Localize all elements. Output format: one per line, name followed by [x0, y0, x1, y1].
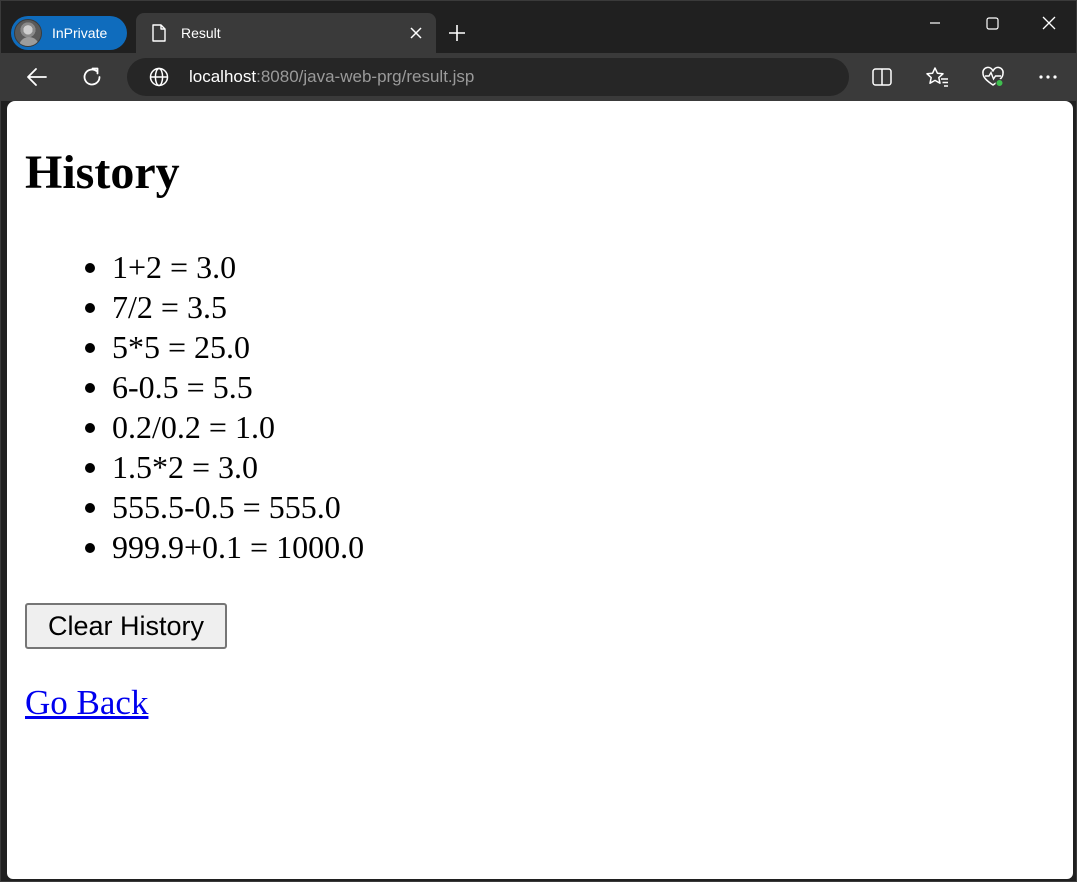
new-tab-button[interactable]	[443, 19, 471, 47]
window-close-icon	[1042, 16, 1056, 30]
history-item: 1.5*2 = 3.0	[84, 447, 364, 487]
address-bar[interactable]: localhost:8080/java-web-prg/result.jsp	[127, 58, 849, 96]
history-item: 555.5-0.5 = 555.0	[84, 487, 364, 527]
minimize-icon	[930, 22, 940, 24]
inprivate-label: InPrivate	[52, 25, 108, 41]
browser-essentials-icon	[982, 66, 1004, 87]
url-path: :8080/java-web-prg/result.jsp	[256, 67, 475, 86]
history-item: 7/2 = 3.5	[84, 287, 364, 327]
browser-essentials-button[interactable]	[977, 61, 1009, 93]
back-arrow-icon	[27, 68, 47, 86]
url-host: localhost	[189, 67, 257, 86]
refresh-icon	[83, 67, 101, 86]
maximize-button[interactable]	[969, 5, 1015, 41]
minimize-button[interactable]	[912, 5, 958, 41]
tab-title: Result	[181, 25, 221, 41]
tab-strip: InPrivate Result	[1, 1, 1076, 53]
browser-window: InPrivate Result localhost:8080/java-web…	[0, 0, 1077, 882]
url-text: localhost:8080/java-web-prg/result.jsp	[189, 67, 474, 87]
tab-result[interactable]: Result	[136, 13, 436, 53]
split-screen-button[interactable]	[866, 61, 898, 93]
plus-icon	[449, 25, 465, 41]
history-list: 1+2 = 3.0 7/2 = 3.5 5*5 = 25.0 6-0.5 = 5…	[84, 247, 365, 567]
avatar	[14, 19, 42, 47]
history-item: 0.2/0.2 = 1.0	[84, 407, 364, 447]
history-item: 5*5 = 25.0	[84, 327, 364, 367]
history-item: 1+2 = 3.0	[84, 247, 364, 287]
split-screen-icon	[872, 68, 892, 86]
page-icon	[152, 24, 166, 42]
more-icon	[1039, 75, 1057, 79]
page-title: History	[25, 146, 180, 199]
close-tab-button[interactable]	[404, 21, 428, 45]
history-item: 999.9+0.1 = 1000.0	[84, 529, 365, 565]
maximize-icon	[985, 16, 999, 30]
toolbar: localhost:8080/java-web-prg/result.jsp	[1, 53, 1076, 101]
globe-icon	[149, 67, 169, 87]
close-icon	[410, 27, 422, 39]
more-button[interactable]	[1032, 61, 1064, 93]
refresh-button[interactable]	[76, 61, 108, 93]
favorites-button[interactable]	[921, 61, 953, 93]
go-back-link[interactable]: Go Back	[25, 683, 148, 723]
back-button[interactable]	[21, 61, 53, 93]
page-content: History 1+2 = 3.0 7/2 = 3.5 5*5 = 25.0 6…	[7, 101, 1073, 879]
favorites-icon	[926, 67, 948, 87]
clear-history-button[interactable]: Clear History	[25, 603, 227, 649]
window-close-button[interactable]	[1026, 5, 1072, 41]
history-item: 6-0.5 = 5.5	[84, 367, 364, 407]
inprivate-button[interactable]: InPrivate	[11, 16, 127, 50]
